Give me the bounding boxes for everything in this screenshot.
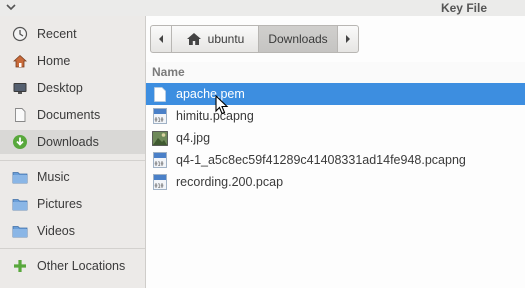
binary-file-icon: 010 <box>152 173 168 191</box>
mouse-pointer-icon <box>215 95 229 115</box>
file-row[interactable]: q4.jpg <box>146 127 525 149</box>
text-file-icon <box>152 85 168 103</box>
column-header-name[interactable]: Name <box>152 65 185 79</box>
file-chooser-main: ubuntu Downloads Name apache.pem 010 him… <box>146 16 525 288</box>
path-current-button[interactable]: Downloads <box>259 26 338 52</box>
binary-file-icon: 010 <box>152 107 168 125</box>
file-name: recording.200.pcap <box>176 175 284 189</box>
sidebar-item-label: Downloads <box>37 135 99 149</box>
column-header-row: Name <box>146 62 525 84</box>
binary-file-icon: 010 <box>152 151 168 169</box>
sidebar-item-home[interactable]: Home <box>0 49 145 73</box>
sidebar-item-label: Documents <box>37 108 101 122</box>
sidebar-item-recent[interactable]: Recent <box>0 22 145 46</box>
sidebar-item-pictures[interactable]: Pictures <box>0 192 145 216</box>
sidebar-item-downloads[interactable]: Downloads <box>0 130 145 154</box>
sidebar-divider <box>0 248 145 249</box>
document-icon <box>12 107 28 123</box>
chevron-right-icon <box>346 35 350 43</box>
path-current-label: Downloads <box>268 32 328 46</box>
folder-icon <box>12 223 28 239</box>
file-name: q4.jpg <box>176 131 211 145</box>
window-title: Key File <box>440 1 487 15</box>
path-home-label: ubuntu <box>207 32 245 46</box>
download-icon <box>12 134 28 150</box>
sidebar-item-videos[interactable]: Videos <box>0 219 145 243</box>
file-row[interactable]: 010 q4-1_a5c8ec59f41289c41408331ad14fe94… <box>146 149 525 171</box>
sidebar-item-label: Desktop <box>37 81 83 95</box>
file-row[interactable]: 010 himitu.pcapng <box>146 105 525 127</box>
chevron-left-icon <box>159 35 163 43</box>
path-back-button[interactable] <box>151 26 172 52</box>
chevron-down-icon[interactable] <box>6 2 16 12</box>
sidebar-item-label: Videos <box>37 224 75 238</box>
svg-text:010: 010 <box>155 162 164 168</box>
clock-icon <box>12 26 28 42</box>
places-sidebar: Recent Home Desktop Documents Downloads … <box>0 16 146 288</box>
home-icon <box>12 53 28 69</box>
path-bar: ubuntu Downloads <box>150 25 359 53</box>
sidebar-item-label: Music <box>37 170 70 184</box>
sidebar-item-label: Pictures <box>37 197 83 211</box>
sidebar-item-label: Home <box>37 54 71 68</box>
sidebar-item-desktop[interactable]: Desktop <box>0 76 145 100</box>
file-row[interactable]: apache.pem <box>146 83 525 105</box>
path-forward-button[interactable] <box>338 26 358 52</box>
sidebar-item-music[interactable]: Music <box>0 165 145 189</box>
file-name: q4-1_a5c8ec59f41289c41408331ad14fe948.pc… <box>176 153 466 167</box>
desktop-icon <box>12 80 28 96</box>
sidebar-item-other-locations[interactable]: Other Locations <box>0 254 145 278</box>
sidebar-item-label: Other Locations <box>37 259 126 273</box>
plus-icon <box>12 258 28 274</box>
sidebar-divider <box>0 160 145 161</box>
sidebar-item-documents[interactable]: Documents <box>0 103 145 127</box>
sidebar-item-label: Recent <box>37 27 77 41</box>
file-row[interactable]: 010 recording.200.pcap <box>146 171 525 193</box>
window-titlebar: Key File <box>0 0 525 16</box>
home-icon <box>186 33 201 45</box>
file-name: apache.pem <box>176 87 245 101</box>
svg-text:010: 010 <box>155 118 164 124</box>
image-file-icon <box>152 129 168 147</box>
svg-text:010: 010 <box>155 184 164 190</box>
folder-icon <box>12 196 28 212</box>
path-home-button[interactable]: ubuntu <box>172 26 259 52</box>
folder-icon <box>12 169 28 185</box>
